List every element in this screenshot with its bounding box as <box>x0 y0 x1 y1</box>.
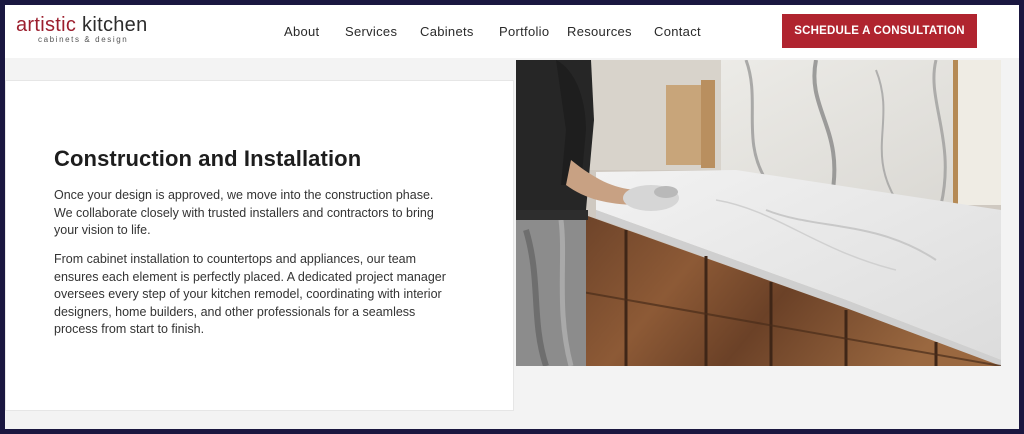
nav-cabinets[interactable]: Cabinets <box>420 24 474 39</box>
schedule-consultation-button[interactable]: SCHEDULE A CONSULTATION <box>782 14 977 48</box>
nav-resources[interactable]: Resources <box>567 24 632 39</box>
browser-viewport: artistic kitchen cabinets & design About… <box>5 5 1019 429</box>
site-header: artistic kitchen cabinets & design About… <box>5 5 1019 58</box>
section-title: Construction and Installation <box>54 146 362 171</box>
nav-portfolio[interactable]: Portfolio <box>499 24 549 39</box>
section-paragraph-2: From cabinet installation to countertops… <box>54 252 446 336</box>
nav-about[interactable]: About <box>284 24 319 39</box>
section-paragraph-1: Once your design is approved, we move in… <box>54 188 434 237</box>
kitchen-installation-photo <box>516 60 1001 366</box>
content-card: Construction and Installation Once your … <box>5 80 514 411</box>
nav-contact[interactable]: Contact <box>654 24 701 39</box>
nav-services[interactable]: Services <box>345 24 397 39</box>
